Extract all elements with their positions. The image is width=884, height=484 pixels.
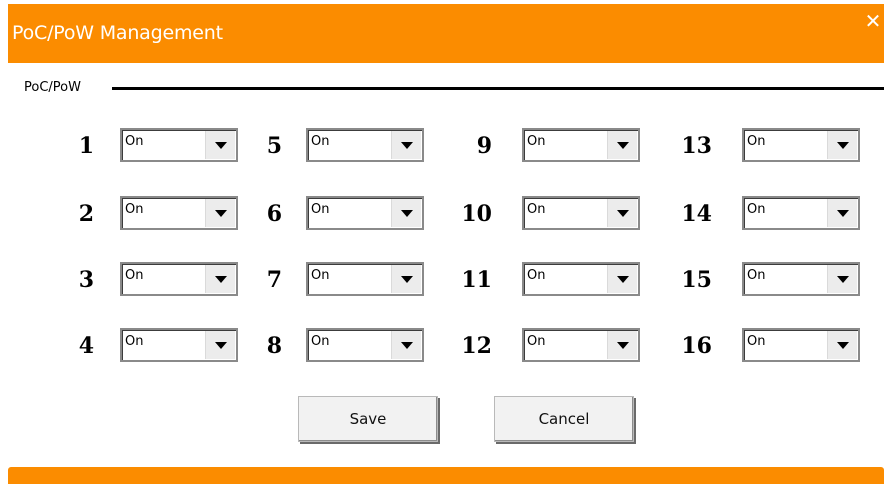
port-1-select[interactable]: On bbox=[120, 128, 238, 162]
port-6-select[interactable]: On bbox=[306, 196, 424, 230]
chevron-down-icon[interactable] bbox=[205, 199, 235, 227]
chevron-down-icon[interactable] bbox=[607, 199, 637, 227]
chevron-down-icon[interactable] bbox=[827, 199, 857, 227]
select-value: On bbox=[125, 268, 144, 283]
port-8-select[interactable]: On bbox=[306, 328, 424, 362]
port-16-select[interactable]: On bbox=[742, 328, 860, 362]
chevron-down-icon[interactable] bbox=[205, 331, 235, 359]
port-number: 15 bbox=[681, 267, 712, 293]
port-12-select[interactable]: On bbox=[522, 328, 640, 362]
chevron-down-icon[interactable] bbox=[827, 331, 857, 359]
port-row-11: 11 On bbox=[452, 262, 692, 298]
port-number: 3 bbox=[78, 267, 94, 293]
port-number: 7 bbox=[266, 267, 282, 293]
port-14-select[interactable]: On bbox=[742, 196, 860, 230]
port-13-select[interactable]: On bbox=[742, 128, 860, 162]
port-row-15: 15 On bbox=[672, 262, 884, 298]
select-value: On bbox=[747, 334, 766, 349]
poc-pow-dialog: PoC/PoW Management ✕ PoC/PoW 1 On 2 On 3… bbox=[8, 4, 884, 484]
chevron-down-icon[interactable] bbox=[607, 131, 637, 159]
select-value: On bbox=[125, 202, 144, 217]
chevron-down-icon[interactable] bbox=[205, 265, 235, 293]
port-number: 4 bbox=[78, 333, 94, 359]
port-4-select[interactable]: On bbox=[120, 328, 238, 362]
group-label: PoC/PoW bbox=[24, 80, 81, 95]
select-value: On bbox=[527, 202, 546, 217]
port-2-select[interactable]: On bbox=[120, 196, 238, 230]
title-bar[interactable]: PoC/PoW Management ✕ bbox=[8, 4, 884, 63]
chevron-down-icon[interactable] bbox=[391, 265, 421, 293]
select-value: On bbox=[311, 134, 330, 149]
chevron-down-icon[interactable] bbox=[607, 331, 637, 359]
close-icon[interactable]: ✕ bbox=[864, 11, 882, 31]
port-number: 14 bbox=[681, 201, 712, 227]
port-row-9: 9 On bbox=[452, 128, 692, 164]
port-7-select[interactable]: On bbox=[306, 262, 424, 296]
select-value: On bbox=[311, 268, 330, 283]
port-15-select[interactable]: On bbox=[742, 262, 860, 296]
port-5-select[interactable]: On bbox=[306, 128, 424, 162]
select-value: On bbox=[747, 134, 766, 149]
port-9-select[interactable]: On bbox=[522, 128, 640, 162]
port-number: 8 bbox=[266, 333, 282, 359]
cancel-button[interactable]: Cancel bbox=[494, 396, 634, 442]
chevron-down-icon[interactable] bbox=[391, 131, 421, 159]
chevron-down-icon[interactable] bbox=[827, 131, 857, 159]
port-number: 11 bbox=[461, 267, 492, 293]
port-row-13: 13 On bbox=[672, 128, 884, 164]
group-divider bbox=[112, 87, 884, 90]
chevron-down-icon[interactable] bbox=[607, 265, 637, 293]
port-number: 10 bbox=[461, 201, 492, 227]
port-number: 6 bbox=[266, 201, 282, 227]
port-row-12: 12 On bbox=[452, 328, 692, 364]
select-value: On bbox=[311, 202, 330, 217]
chevron-down-icon[interactable] bbox=[391, 331, 421, 359]
select-value: On bbox=[527, 134, 546, 149]
chevron-down-icon[interactable] bbox=[827, 265, 857, 293]
select-value: On bbox=[747, 202, 766, 217]
port-11-select[interactable]: On bbox=[522, 262, 640, 296]
select-value: On bbox=[125, 134, 144, 149]
chevron-down-icon[interactable] bbox=[391, 199, 421, 227]
bottom-bar bbox=[8, 467, 884, 484]
port-row-14: 14 On bbox=[672, 196, 884, 232]
window-title: PoC/PoW Management bbox=[12, 22, 223, 44]
port-number: 5 bbox=[266, 133, 282, 159]
port-row-16: 16 On bbox=[672, 328, 884, 364]
port-number: 13 bbox=[681, 133, 712, 159]
save-button[interactable]: Save bbox=[298, 396, 438, 442]
select-value: On bbox=[125, 334, 144, 349]
port-number: 2 bbox=[78, 201, 94, 227]
port-10-select[interactable]: On bbox=[522, 196, 640, 230]
chevron-down-icon[interactable] bbox=[205, 131, 235, 159]
select-value: On bbox=[747, 268, 766, 283]
port-number: 16 bbox=[681, 333, 712, 359]
port-number: 9 bbox=[476, 133, 492, 159]
select-value: On bbox=[527, 268, 546, 283]
select-value: On bbox=[311, 334, 330, 349]
port-row-10: 10 On bbox=[452, 196, 692, 232]
port-3-select[interactable]: On bbox=[120, 262, 238, 296]
port-number: 12 bbox=[461, 333, 492, 359]
select-value: On bbox=[527, 334, 546, 349]
port-number: 1 bbox=[78, 133, 94, 159]
